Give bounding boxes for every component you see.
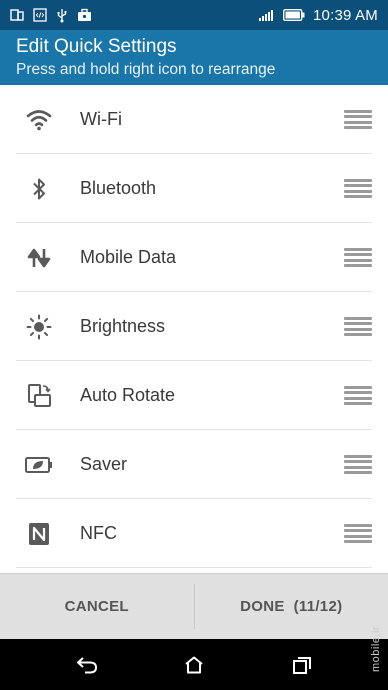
drag-handle-icon[interactable] (344, 178, 372, 199)
done-button[interactable]: DONE (11/12) (195, 574, 388, 639)
list-item-label: Bluetooth (80, 178, 157, 198)
action-bar: CANCEL DONE (11/12) (0, 573, 388, 639)
list-item-label: Brightness (80, 316, 166, 336)
drag-handle-icon[interactable] (344, 247, 372, 268)
drag-handle-icon[interactable] (344, 523, 372, 544)
usb-icon (56, 8, 68, 23)
navigation-bar (0, 639, 388, 690)
mobile-data-icon (24, 243, 54, 273)
drag-handle-icon[interactable] (344, 385, 372, 406)
list-item-auto-rotate[interactable]: Auto Rotate (0, 361, 388, 430)
drag-handle-icon[interactable] (344, 454, 372, 475)
list-item-nfc[interactable]: NFC (0, 499, 388, 568)
auto-rotate-icon (24, 381, 54, 411)
header: Edit Quick Settings Press and hold right… (0, 30, 388, 85)
status-bar: 10:39 AM (0, 0, 388, 30)
status-left-icons (10, 8, 92, 23)
recents-icon[interactable] (289, 652, 315, 678)
list-item-mobile-data[interactable]: Mobile Data (0, 223, 388, 292)
quick-settings-list: Wi-Fi Bluetooth Mobile Data Brightness A… (0, 85, 388, 573)
cancel-button[interactable]: CANCEL (0, 574, 194, 639)
signal-icon (259, 9, 275, 21)
home-icon[interactable] (181, 652, 207, 678)
brightness-icon (24, 312, 54, 342)
back-icon[interactable] (74, 652, 100, 678)
code-icon (33, 8, 47, 22)
page-title: Edit Quick Settings (16, 36, 177, 57)
list-item-saver[interactable]: Saver (0, 430, 388, 499)
status-time: 10:39 AM (313, 6, 378, 24)
list-item-label: NFC (80, 523, 117, 543)
list-item-label: Wi-Fi (80, 109, 122, 129)
watermark: mobile.ir (370, 625, 382, 673)
battery-saver-icon (24, 450, 54, 480)
drag-handle-icon[interactable] (344, 109, 372, 130)
list-item-wifi[interactable]: Wi-Fi (0, 85, 388, 154)
page-subtitle: Press and hold right icon to rearrange (16, 61, 276, 78)
briefcase-icon (77, 8, 92, 22)
wifi-icon (24, 105, 54, 135)
list-item-brightness[interactable]: Brightness (0, 292, 388, 361)
list-item-label: Saver (80, 454, 128, 474)
bluetooth-icon (24, 174, 54, 204)
status-right-icons: 10:39 AM (259, 7, 378, 24)
battery-icon (283, 9, 305, 21)
nfc-icon (24, 519, 54, 549)
list-item-label: Auto Rotate (80, 385, 176, 405)
drag-handle-icon[interactable] (344, 316, 372, 337)
notification-icon (10, 8, 24, 22)
list-item-bluetooth[interactable]: Bluetooth (0, 154, 388, 223)
list-item-label: Mobile Data (80, 247, 177, 267)
